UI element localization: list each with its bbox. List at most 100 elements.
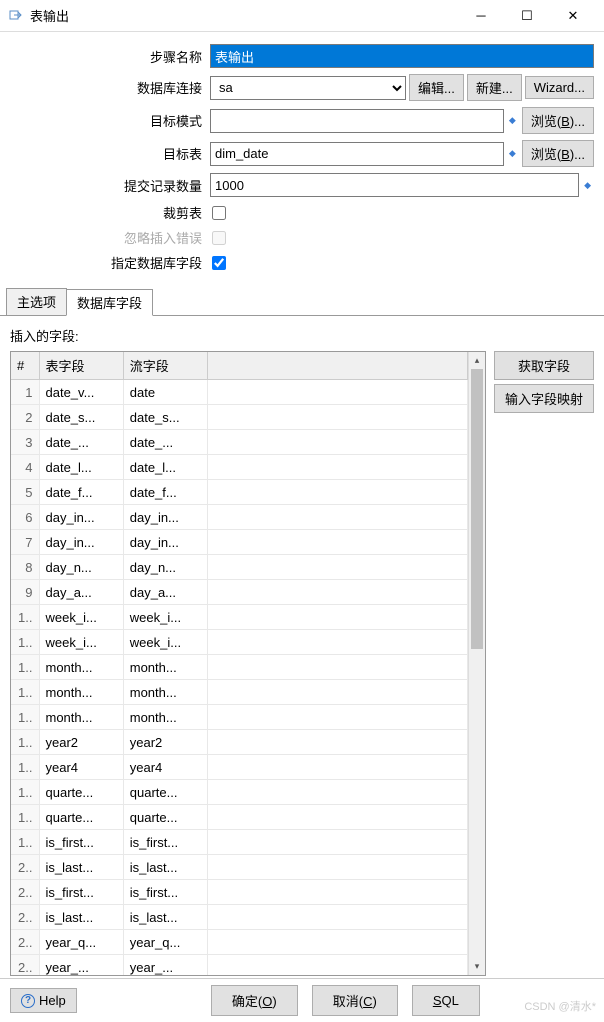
row-stream-field[interactable]: week_i... xyxy=(123,605,207,630)
row-table-field[interactable]: quarte... xyxy=(39,805,123,830)
help-button[interactable]: ? Help xyxy=(10,988,77,1013)
fields-table[interactable]: # 表字段 流字段 1date_v...date2date_s...date_s… xyxy=(11,352,468,975)
row-table-field[interactable]: year4 xyxy=(39,755,123,780)
truncate-checkbox[interactable] xyxy=(212,206,226,220)
get-fields-button[interactable]: 获取字段 xyxy=(494,351,594,380)
scrollbar-thumb[interactable] xyxy=(471,369,483,649)
row-stream-field[interactable]: day_in... xyxy=(123,505,207,530)
table-row[interactable]: 1..month...month... xyxy=(11,680,468,705)
row-table-field[interactable]: month... xyxy=(39,705,123,730)
row-table-field[interactable]: date_v... xyxy=(39,380,123,405)
row-stream-field[interactable]: is_last... xyxy=(123,855,207,880)
diamond-icon[interactable]: ◆ xyxy=(506,148,519,159)
commit-size-input[interactable] xyxy=(210,173,579,197)
table-row[interactable]: 1..month...month... xyxy=(11,655,468,680)
table-row[interactable]: 2..is_first...is_first... xyxy=(11,880,468,905)
close-button[interactable]: ✕ xyxy=(550,1,596,31)
scroll-down-icon[interactable]: ▾ xyxy=(469,958,485,975)
target-schema-input[interactable] xyxy=(210,109,504,133)
row-stream-field[interactable]: quarte... xyxy=(123,780,207,805)
table-row[interactable]: 2..is_last...is_last... xyxy=(11,855,468,880)
row-table-field[interactable]: week_i... xyxy=(39,605,123,630)
table-row[interactable]: 1..year4year4 xyxy=(11,755,468,780)
row-stream-field[interactable]: date_... xyxy=(123,430,207,455)
table-row[interactable]: 1..quarte...quarte... xyxy=(11,805,468,830)
row-stream-field[interactable]: year_... xyxy=(123,955,207,976)
table-row[interactable]: 1..month...month... xyxy=(11,705,468,730)
row-table-field[interactable]: date_f... xyxy=(39,480,123,505)
row-stream-field[interactable]: date_l... xyxy=(123,455,207,480)
row-table-field[interactable]: is_last... xyxy=(39,905,123,930)
row-stream-field[interactable]: date_f... xyxy=(123,480,207,505)
scroll-up-icon[interactable]: ▴ xyxy=(469,352,485,369)
row-stream-field[interactable]: year_q... xyxy=(123,930,207,955)
field-mapping-button[interactable]: 输入字段映射 xyxy=(494,384,594,413)
row-table-field[interactable]: year_... xyxy=(39,955,123,976)
table-row[interactable]: 3date_...date_... xyxy=(11,430,468,455)
table-row[interactable]: 2..year_q...year_q... xyxy=(11,930,468,955)
table-row[interactable]: 8day_n...day_n... xyxy=(11,555,468,580)
row-table-field[interactable]: quarte... xyxy=(39,780,123,805)
table-row[interactable]: 1..week_i...week_i... xyxy=(11,605,468,630)
table-row[interactable]: 1date_v...date xyxy=(11,380,468,405)
row-stream-field[interactable]: is_first... xyxy=(123,880,207,905)
row-table-field[interactable]: day_n... xyxy=(39,555,123,580)
tab-db-fields[interactable]: 数据库字段 xyxy=(66,289,153,316)
row-stream-field[interactable]: date xyxy=(123,380,207,405)
row-table-field[interactable]: day_in... xyxy=(39,505,123,530)
row-table-field[interactable]: month... xyxy=(39,680,123,705)
maximize-button[interactable]: ☐ xyxy=(504,1,550,31)
col-stream-field[interactable]: 流字段 xyxy=(123,352,207,380)
row-stream-field[interactable]: day_in... xyxy=(123,530,207,555)
table-row[interactable]: 6day_in...day_in... xyxy=(11,505,468,530)
step-name-input[interactable] xyxy=(210,44,594,68)
table-row[interactable]: 2..is_last...is_last... xyxy=(11,905,468,930)
row-stream-field[interactable]: month... xyxy=(123,655,207,680)
edit-button[interactable]: 编辑... xyxy=(409,74,464,101)
table-row[interactable]: 2date_s...date_s... xyxy=(11,405,468,430)
table-row[interactable]: 4date_l...date_l... xyxy=(11,455,468,480)
table-row[interactable]: 2..year_...year_... xyxy=(11,955,468,976)
table-row[interactable]: 5date_f...date_f... xyxy=(11,480,468,505)
table-row[interactable]: 1..is_first...is_first... xyxy=(11,830,468,855)
new-button[interactable]: 新建... xyxy=(467,74,522,101)
ok-button[interactable]: 确定(O) xyxy=(211,985,298,1016)
db-conn-select[interactable]: sa xyxy=(210,76,406,100)
row-stream-field[interactable]: year4 xyxy=(123,755,207,780)
browse-table-button[interactable]: 浏览(B)... xyxy=(522,140,594,167)
row-table-field[interactable]: date_l... xyxy=(39,455,123,480)
specify-fields-checkbox[interactable] xyxy=(212,256,226,270)
row-table-field[interactable]: is_first... xyxy=(39,830,123,855)
row-table-field[interactable]: is_last... xyxy=(39,855,123,880)
row-stream-field[interactable]: is_first... xyxy=(123,830,207,855)
table-row[interactable]: 1..week_i...week_i... xyxy=(11,630,468,655)
vertical-scrollbar[interactable]: ▴ ▾ xyxy=(468,352,485,975)
row-table-field[interactable]: day_a... xyxy=(39,580,123,605)
row-stream-field[interactable]: day_n... xyxy=(123,555,207,580)
row-stream-field[interactable]: day_a... xyxy=(123,580,207,605)
table-row[interactable]: 9day_a...day_a... xyxy=(11,580,468,605)
table-row[interactable]: 1..quarte...quarte... xyxy=(11,780,468,805)
row-stream-field[interactable]: week_i... xyxy=(123,630,207,655)
row-table-field[interactable]: date_... xyxy=(39,430,123,455)
row-stream-field[interactable]: date_s... xyxy=(123,405,207,430)
row-table-field[interactable]: month... xyxy=(39,655,123,680)
row-stream-field[interactable]: year2 xyxy=(123,730,207,755)
row-table-field[interactable]: is_first... xyxy=(39,880,123,905)
row-stream-field[interactable]: is_last... xyxy=(123,905,207,930)
target-table-input[interactable] xyxy=(210,142,504,166)
table-row[interactable]: 1..year2year2 xyxy=(11,730,468,755)
col-index[interactable]: # xyxy=(11,352,39,380)
row-table-field[interactable]: year_q... xyxy=(39,930,123,955)
table-row[interactable]: 7day_in...day_in... xyxy=(11,530,468,555)
browse-schema-button[interactable]: 浏览(B)... xyxy=(522,107,594,134)
diamond-icon[interactable]: ◆ xyxy=(581,180,594,191)
cancel-button[interactable]: 取消(C) xyxy=(312,985,398,1016)
wizard-button[interactable]: Wizard... xyxy=(525,76,594,99)
row-stream-field[interactable]: month... xyxy=(123,680,207,705)
sql-button[interactable]: SQL xyxy=(412,985,480,1016)
row-table-field[interactable]: week_i... xyxy=(39,630,123,655)
col-table-field[interactable]: 表字段 xyxy=(39,352,123,380)
tab-main[interactable]: 主选项 xyxy=(6,288,67,315)
row-stream-field[interactable]: month... xyxy=(123,705,207,730)
